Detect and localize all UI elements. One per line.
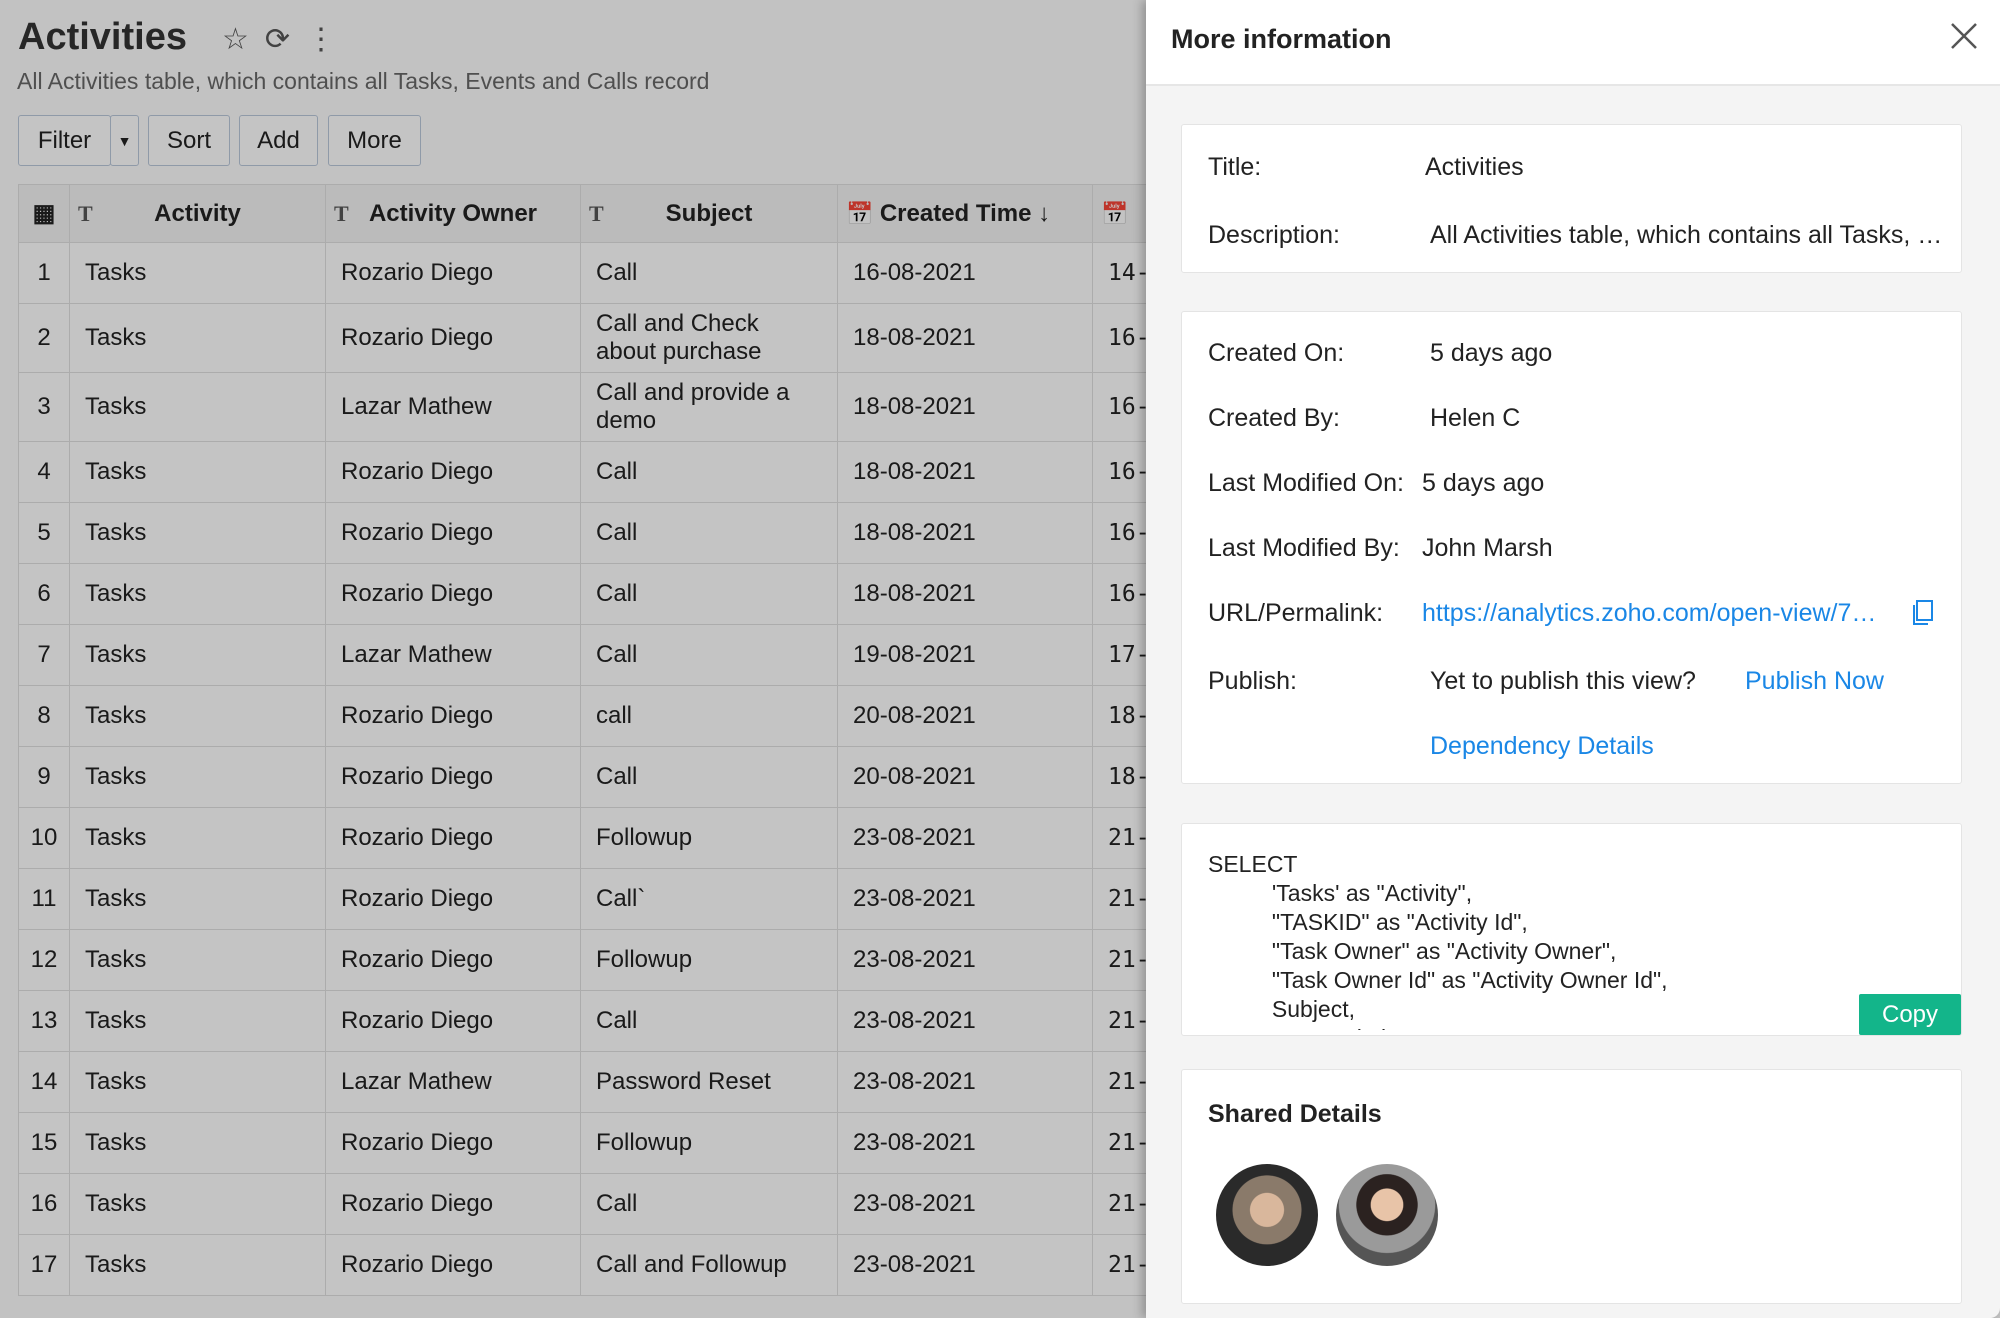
avatar[interactable] <box>1336 1164 1438 1266</box>
description-label: Description: <box>1208 221 1340 249</box>
publish-text: Yet to publish this view? <box>1430 667 1696 695</box>
publish-now-link[interactable]: Publish Now <box>1745 667 1884 696</box>
shared-details-title: Shared Details <box>1208 1100 1382 1128</box>
avatar[interactable] <box>1216 1164 1318 1266</box>
sql-card: SELECT 'Tasks' as "Activity", "TASKID" a… <box>1181 823 1962 1036</box>
url-label: URL/Permalink: <box>1208 599 1384 627</box>
created-by-label: Created By: <box>1208 404 1341 432</box>
title-value: Activities <box>1425 153 1524 181</box>
panel-title: More information <box>1171 24 1392 54</box>
dependency-details-link[interactable]: Dependency Details <box>1430 732 1654 761</box>
metadata-card: Created On: 5 days ago Created By: Helen… <box>1181 311 1962 784</box>
permalink-link[interactable]: https://analytics.zoho.com/open-view/7… <box>1422 599 1876 628</box>
copy-icon[interactable] <box>1911 599 1935 627</box>
modified-on-label: Last Modified On: <box>1208 469 1404 497</box>
close-icon[interactable] <box>1946 18 1982 54</box>
created-on-value: 5 days ago <box>1430 339 1553 367</box>
created-by-value: Helen C <box>1430 404 1521 432</box>
description-value: All Activities table, which contains all… <box>1430 221 1943 249</box>
modified-on-value: 5 days ago <box>1422 469 1545 497</box>
sql-query: SELECT 'Tasks' as "Activity", "TASKID" a… <box>1208 851 1668 1030</box>
info-card: Title: Activities Description: All Activ… <box>1181 124 1962 273</box>
more-information-panel: More information Title: Activities Descr… <box>1146 0 2000 1318</box>
title-label: Title: <box>1208 153 1262 181</box>
publish-label: Publish: <box>1208 667 1297 695</box>
created-on-label: Created On: <box>1208 339 1345 367</box>
copy-button[interactable]: Copy <box>1859 994 1961 1035</box>
shared-details-card: Shared Details <box>1181 1069 1962 1304</box>
modified-by-label: Last Modified By: <box>1208 534 1400 562</box>
modified-by-value: John Marsh <box>1422 534 1553 562</box>
